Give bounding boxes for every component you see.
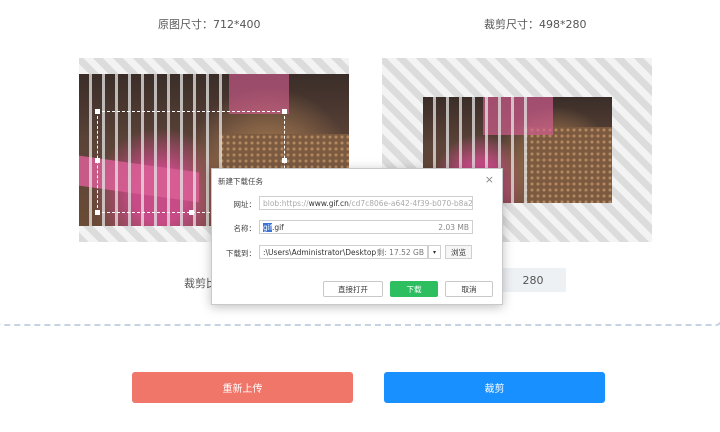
file-size: 2.03 MB xyxy=(438,222,469,232)
url-rest: /cd7c806e-a642-4f39-b070-b8a250 xyxy=(348,198,473,208)
path-label: 下载到： xyxy=(226,249,256,258)
crop-height-input[interactable]: 280 xyxy=(500,268,566,292)
download-button[interactable]: 下载 xyxy=(390,281,438,297)
crop-handle-bottom[interactable] xyxy=(189,210,194,215)
url-domain: www.gif.cn xyxy=(308,198,349,208)
filename-selected: gif xyxy=(263,222,272,232)
crop-handle-top-right[interactable] xyxy=(282,109,287,114)
filename-field[interactable]: gif.gif 2.03 MB xyxy=(259,220,473,234)
crop-button[interactable]: 裁剪 xyxy=(384,372,605,403)
crop-handle-top-left[interactable] xyxy=(95,109,100,114)
crop-handle-bottom-left[interactable] xyxy=(95,210,100,215)
dialog-title: 新建下载任务 xyxy=(218,177,263,186)
open-directly-button[interactable]: 直接打开 xyxy=(323,281,383,297)
cancel-button[interactable]: 取消 xyxy=(445,281,493,297)
url-label: 网址： xyxy=(233,200,257,209)
close-icon[interactable]: × xyxy=(485,173,494,186)
crop-handle-left[interactable] xyxy=(95,158,100,163)
url-prefix: blob:https:// xyxy=(263,198,309,208)
save-path-field[interactable]: :\Users\Administrator\Desktop 剩: 17.52 G… xyxy=(259,245,428,259)
original-size-label: 原图尺寸：712*400 xyxy=(158,18,261,31)
reupload-button[interactable]: 重新上传 xyxy=(132,372,353,403)
free-space: 剩: 17.52 GB xyxy=(376,247,424,257)
crop-size-label: 裁剪尺寸：498*280 xyxy=(484,18,587,31)
browse-button[interactable]: 浏览 xyxy=(445,245,472,259)
crop-handle-right[interactable] xyxy=(282,158,287,163)
filename-ext: .gif xyxy=(271,222,284,232)
url-field[interactable]: blob:https://www.gif.cn/cd7c806e-a642-4f… xyxy=(259,196,473,210)
name-label: 名称： xyxy=(233,224,257,233)
chevron-down-icon[interactable]: ▾ xyxy=(428,245,441,259)
download-dialog: 新建下载任务 × 网址： blob:https://www.gif.cn/cd7… xyxy=(211,168,503,305)
save-path: :\Users\Administrator\Desktop xyxy=(263,247,377,257)
